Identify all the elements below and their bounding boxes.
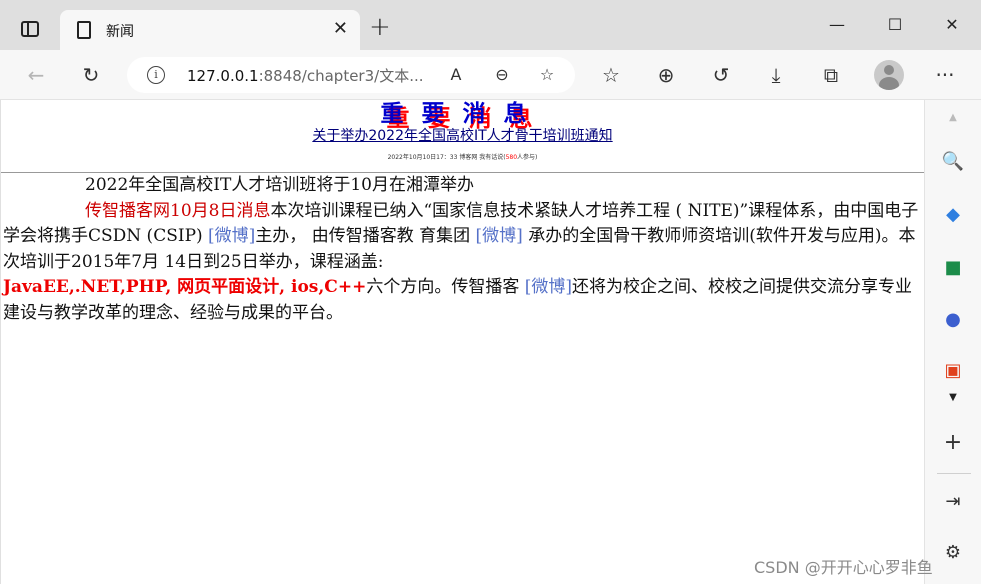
tab-title: 新闻 [106, 24, 134, 40]
document-icon [77, 21, 91, 39]
close-window-button[interactable]: ✕ [937, 12, 967, 38]
zoom-out-icon[interactable]: ⊖ [489, 63, 515, 87]
article-paragraph-2: 传智播客网10月8日消息本次培训课程已纳入“国家信息技术紧缺人才培养工程 ( N… [3, 199, 922, 327]
sidebar-games-icon[interactable]: ● [941, 308, 965, 332]
add-favorite-icon[interactable]: ☆ [534, 63, 560, 87]
extensions-icon[interactable]: ⧉ [817, 62, 845, 88]
meta-count: 580 [505, 154, 518, 161]
page-viewport: 重要消息 关于举办2022年全国高校IT人才骨干培训班通知 2022年10月10… [0, 100, 924, 584]
csdn-watermark: CSDN @开开心心罗非鱼 [754, 558, 933, 577]
sidebar-scroll-down-icon[interactable]: ▼ [941, 386, 965, 410]
history-icon[interactable]: ↺ [707, 62, 735, 88]
profile-avatar[interactable] [874, 60, 904, 90]
weibo-link-3[interactable]: [微博] [525, 277, 572, 297]
download-icon[interactable]: ⤓ [762, 62, 790, 88]
sidebar-office-icon[interactable]: ▣ [941, 359, 965, 383]
url-path: :8848/chapter3/文本... [258, 67, 424, 85]
course-keywords: JavaEE,.NET,PHP, 网页平面设计, ios,C++ [3, 277, 367, 297]
tab-close-icon[interactable]: ✕ [333, 19, 348, 39]
article-body: 2022年全国高校IT人才培训班将于10月在湘潭举办 传智播客网10月8日消息本… [1, 173, 924, 326]
tab-news[interactable]: 新闻 ✕ [60, 10, 360, 50]
title-bar: 新闻 ✕ + — ☐ ✕ [0, 0, 981, 50]
maximize-button[interactable]: ☐ [880, 12, 910, 38]
sidebar-share-icon[interactable]: ⇥ [941, 490, 965, 514]
sidebar-scroll-up-icon[interactable]: ▲ [941, 106, 965, 130]
subtitle-link[interactable]: 关于举办2022年全国高校IT人才骨干培训班通知 [1, 127, 924, 145]
sidebar-tools-icon[interactable]: ■ [941, 256, 965, 280]
sidebar-shopping-icon[interactable]: ◆ [941, 203, 965, 227]
new-tab-button[interactable]: + [369, 14, 391, 40]
sidebar-add-icon[interactable]: + [941, 431, 965, 455]
address-bar[interactable]: i 127.0.0.1:8848/chapter3/文本... A ⊖ ☆ [127, 57, 575, 93]
url-host: 127.0.0.1 [187, 67, 259, 85]
sidebar-settings-icon[interactable]: ⚙ [941, 541, 965, 565]
sidebar-divider [937, 473, 971, 474]
refresh-button[interactable]: ↻ [77, 62, 105, 88]
body-text-b: 主办， 由传智播客教 育集团 [255, 226, 476, 246]
news-header: 重要消息 关于举办2022年全国高校IT人才骨干培训班通知 2022年10月10… [1, 100, 924, 173]
back-button[interactable]: ← [22, 62, 50, 88]
sidebar-search-icon[interactable]: 🔍 [941, 150, 965, 174]
minimize-button[interactable]: — [822, 12, 852, 38]
url-text: 127.0.0.1:8848/chapter3/文本... [187, 65, 424, 86]
meta-prefix: 2022年10月10日17：33 博客网 我有话说( [387, 154, 506, 161]
lead-text: 传智播客网10月8日消息 [85, 200, 271, 221]
article-paragraph-1: 2022年全国高校IT人才培训班将于10月在湘潭举办 [85, 175, 474, 195]
read-aloud-icon[interactable]: A [443, 63, 469, 87]
tab-actions-icon[interactable] [21, 21, 39, 37]
article-meta: 2022年10月10日17：33 博客网 我有话说(580人参与) [1, 154, 924, 162]
meta-suffix: 人参与) [517, 154, 538, 161]
weibo-link-1[interactable]: [微博] [208, 226, 255, 246]
edge-sidebar: ▲ 🔍 ◆ ■ ● ▣ ▼ + ⇥ ⚙ [924, 100, 981, 584]
collections-icon[interactable]: ⊕ [652, 62, 680, 88]
info-icon[interactable]: i [147, 66, 165, 84]
more-menu-icon[interactable]: ··· [931, 62, 959, 88]
favorites-icon[interactable]: ☆ [597, 62, 625, 88]
page-title: 重要消息 [380, 101, 545, 127]
body-text-d: 六个方向。传智播客 [366, 277, 525, 297]
browser-toolbar: ← ↻ i 127.0.0.1:8848/chapter3/文本... A ⊖ … [0, 50, 981, 100]
weibo-link-2[interactable]: [微博] [476, 226, 523, 246]
